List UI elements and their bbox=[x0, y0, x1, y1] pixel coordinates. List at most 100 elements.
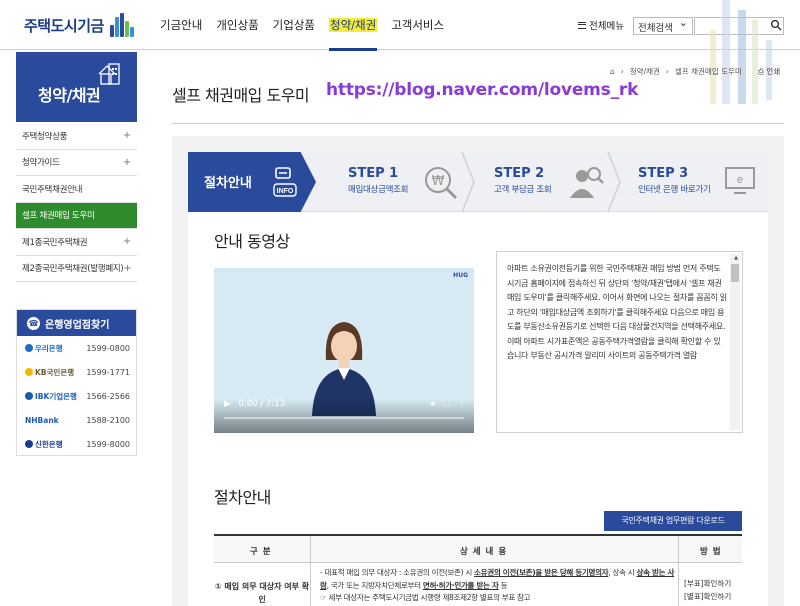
row-method: [부표]확인하기 [별표]확인하기 bbox=[684, 577, 740, 603]
ibk-logo-icon bbox=[25, 392, 33, 400]
step-1[interactable]: STEP 1 매입대상금액조회 ₩ bbox=[348, 152, 478, 212]
nav-fund-info[interactable]: 기금안내 bbox=[160, 0, 202, 50]
monitor-icon: e bbox=[725, 167, 755, 194]
step-3-label: STEP 3 bbox=[638, 166, 689, 181]
table-header-method: 방 법 bbox=[700, 547, 722, 557]
shinhan-logo-icon bbox=[25, 440, 33, 448]
all-menu-button[interactable]: 전체메뉴 bbox=[578, 18, 624, 32]
sidebar-item-subscription-guide[interactable]: 청약가이드 + bbox=[16, 150, 137, 176]
bank-name-ibk: IBK기업은행 bbox=[25, 391, 77, 402]
video-section-title: 안내 동영상 bbox=[214, 232, 290, 251]
bank-row[interactable]: IBK기업은행 1566-2566 bbox=[17, 384, 136, 408]
nav-subscription-bonds[interactable]: 청약/채권 bbox=[328, 0, 378, 51]
bank-row[interactable]: NHBank 1588-2100 bbox=[17, 408, 136, 432]
bank-label: 우리은행 bbox=[35, 343, 63, 353]
fullscreen-icon[interactable]: ⛶ bbox=[444, 399, 450, 409]
logo-text: 주택도시기금 bbox=[24, 16, 104, 35]
sidebar-item-self-bond-helper[interactable]: 셀프 채권매입 도우미 bbox=[16, 202, 137, 229]
volume-icon[interactable]: 🔊︎ bbox=[430, 399, 435, 409]
sidebar-item-type2-bond[interactable]: 제2종국민주택채권(발행폐지) + bbox=[16, 256, 137, 282]
home-icon[interactable]: ⌂ bbox=[610, 67, 615, 76]
bank-name-nh: NHBank bbox=[25, 416, 59, 425]
scroll-up-icon[interactable]: ▲ bbox=[734, 255, 738, 261]
kb-logo-icon bbox=[25, 368, 33, 376]
table-row: ① 매입 의무 대상자 여부 확인 - 대표적 매입 의무 대상자 : 소유권의… bbox=[214, 563, 742, 606]
print-label: 인쇄 bbox=[766, 67, 781, 76]
step-2-desc: 고객 부담금 조회 bbox=[494, 185, 552, 195]
row-detail: - 대표적 매입 의무 대상자 : 소유권의 이전(보존) 시 소유권의 이전(… bbox=[320, 567, 680, 605]
title-divider bbox=[172, 123, 784, 124]
table-header: 구 분 상 세 내 용 방 법 bbox=[214, 534, 742, 565]
nav-personal-products[interactable]: 개인상품 bbox=[216, 0, 258, 50]
user-search-icon bbox=[570, 167, 604, 198]
bank-label: 신한은행 bbox=[35, 439, 63, 449]
video-time: 0:00 / 7:13 bbox=[238, 399, 285, 409]
hamburger-icon bbox=[578, 21, 586, 29]
row-detail-text: - 대표적 매입 의무 대상자 : 소유권의 이전(보존) 시 bbox=[320, 568, 475, 577]
site-logo[interactable]: 주택도시기금 bbox=[24, 11, 134, 39]
sidebar-item-bond-info[interactable]: 국민주택채권안내 bbox=[16, 176, 137, 203]
breadcrumb-item[interactable]: 청약/채권 bbox=[630, 66, 660, 77]
info-book-icon: INFO bbox=[273, 167, 297, 197]
more-options-icon[interactable]: ⋮ bbox=[458, 399, 467, 409]
bank-row[interactable]: KB국민은행 1599-1771 bbox=[17, 360, 136, 384]
woori-logo-icon bbox=[25, 344, 33, 352]
bank-label: KB국민은행 bbox=[35, 367, 75, 377]
expand-icon: + bbox=[123, 262, 132, 274]
step-navigation: 절차안내 INFO STEP 1 매입대상금액조회 ₩ STEP 2 고객 부담… bbox=[188, 152, 768, 212]
svg-text:e: e bbox=[737, 174, 743, 186]
download-manual-button[interactable]: 국민주택채권 업무편람 다운로드 bbox=[604, 511, 742, 531]
row-category: ① 매입 의무 대상자 여부 확인 bbox=[214, 582, 310, 604]
search-icon[interactable] bbox=[770, 19, 782, 31]
step-2[interactable]: STEP 2 고객 부담금 조회 bbox=[494, 152, 624, 212]
step-1-desc: 매입대상금액조회 bbox=[348, 185, 409, 195]
sidebar-title: 청약/채권 bbox=[38, 86, 101, 105]
appendix-table-link[interactable]: [부표]확인하기 bbox=[684, 577, 740, 590]
attached-table-link[interactable]: [별표]확인하기 bbox=[684, 590, 740, 603]
nav-corporate-products[interactable]: 기업상품 bbox=[273, 0, 315, 50]
sidebar-item-label: 국민주택채권안내 bbox=[22, 184, 83, 195]
bank-finder-header[interactable]: ☎ 은행영업점찾기 bbox=[17, 310, 136, 336]
sidebar-item-label: 주택청약상품 bbox=[22, 131, 68, 142]
table-header-detail: 상 세 내 용 bbox=[460, 547, 508, 557]
svg-text:₩: ₩ bbox=[432, 174, 445, 189]
sidebar-item-label: 제2종국민주택채권(발행폐지) bbox=[22, 264, 124, 275]
table-header-category: 구 분 bbox=[250, 547, 272, 557]
video-progress-track[interactable] bbox=[224, 417, 464, 419]
step-2-label: STEP 2 bbox=[494, 166, 545, 181]
step-chevron-icon bbox=[607, 152, 621, 212]
bank-row[interactable]: 신한은행 1599-8000 bbox=[17, 432, 136, 456]
bank-phone: 1599-1771 bbox=[86, 367, 130, 377]
step-info[interactable]: 절차안내 INFO bbox=[188, 152, 316, 212]
bank-name-woori: 우리은행 bbox=[25, 343, 63, 354]
sidebar-item-label: 셀프 채권매입 도우미 bbox=[22, 211, 95, 222]
video-description-text: 아파트 소유권이전등기를 위한 국민주택채권 매입 방법 먼저 주택도시기금 홈… bbox=[507, 264, 727, 360]
process-table: 구 분 상 세 내 용 방 법 ① 매입 의무 대상자 여부 확인 - 대표적 … bbox=[214, 534, 742, 606]
breadcrumb-sep: › bbox=[620, 67, 624, 76]
print-button[interactable]: ⎙ 인쇄 bbox=[758, 66, 780, 77]
nav-customer-service[interactable]: 고객서비스 bbox=[391, 0, 444, 50]
breadcrumb: ⌂ › 청약/채권 › 셀프 채권매입 도우미 bbox=[610, 66, 742, 77]
bank-finder-title: 은행영업점찾기 bbox=[45, 319, 110, 331]
play-icon[interactable]: ▶ bbox=[224, 399, 231, 409]
expand-icon: + bbox=[122, 236, 131, 248]
sidebar-item-label: 제1종국민주택채권 bbox=[22, 237, 88, 248]
step-3-desc: 인터넷 은행 바로가기 bbox=[638, 185, 711, 195]
guide-video-player[interactable]: HUG ▶ 0:00 / 7:13 🔊︎ ⛶ ⋮ bbox=[214, 268, 474, 433]
step-3[interactable]: STEP 3 인터넷 은행 바로가기 e bbox=[638, 152, 768, 212]
row-detail-text: , 상속 시 bbox=[608, 568, 637, 577]
breadcrumb-item[interactable]: 셀프 채권매입 도우미 bbox=[675, 66, 742, 77]
sidebar-menu: 주택청약상품 + 청약가이드 + 국민주택채권안내 셀프 채권매입 도우미 제1… bbox=[16, 123, 137, 282]
bank-label: NHBank bbox=[25, 415, 59, 425]
bank-row[interactable]: 우리은행 1599-0800 bbox=[17, 336, 136, 360]
nav-subscription-bonds-label: 청약/채권 bbox=[328, 18, 378, 32]
sidebar-item-subscription-products[interactable]: 주택청약상품 + bbox=[16, 123, 137, 150]
phone-icon: ☎ bbox=[27, 316, 40, 330]
row-detail-text: 등 bbox=[498, 580, 508, 590]
description-scroll-thumb[interactable] bbox=[731, 264, 739, 282]
video-description-box[interactable]: 아파트 소유권이전등기를 위한 국민주택채권 매입 방법 먼저 주택도시기금 홈… bbox=[496, 251, 743, 433]
sidebar-item-type1-bond[interactable]: 제1종국민주택채권 + bbox=[16, 229, 137, 256]
bank-label: IBK기업은행 bbox=[35, 391, 77, 401]
breadcrumb-sep: › bbox=[665, 67, 669, 76]
search-scope-select[interactable]: 전체검색 bbox=[633, 16, 693, 35]
